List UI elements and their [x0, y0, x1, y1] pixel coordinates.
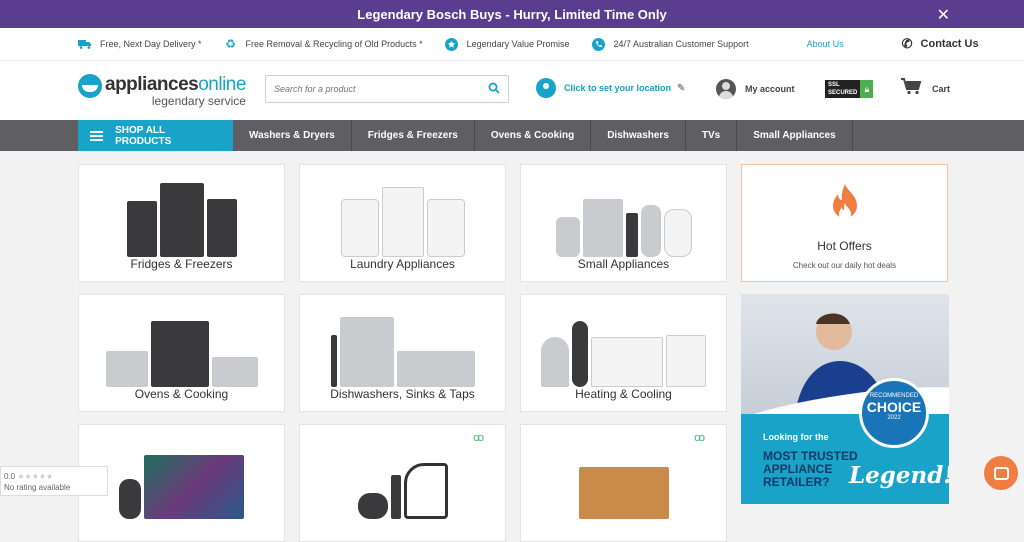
usp-value-text: Legendary Value Promise: [466, 39, 570, 49]
close-icon[interactable]: ✕: [937, 5, 950, 25]
dishwashers-image: [300, 307, 505, 387]
usp-value[interactable]: Legendary Value Promise: [445, 37, 570, 51]
menu-icon: [90, 129, 104, 143]
location-pin-icon: [536, 78, 556, 98]
nav-item-small-appliances[interactable]: Small Appliances: [737, 120, 853, 151]
banner-headline: MOST TRUSTED APPLIANCE RETAILER?: [763, 449, 858, 489]
logo-name: appliancesonline: [105, 73, 246, 95]
promo-bar: Legendary Bosch Buys - Hurry, Limited Ti…: [0, 0, 1024, 28]
logo-icon: [78, 73, 102, 98]
nav-item-fridges-freezers[interactable]: Fridges & Freezers: [352, 120, 475, 151]
account-icon: [716, 79, 736, 99]
usp-recycling-text: Free Removal & Recycling of Old Products…: [245, 39, 423, 49]
hot-offers-subtitle: Check out our daily hot deals: [792, 261, 897, 270]
cart-label: Cart: [932, 83, 951, 94]
recommended-choice-badge: RECOMMENDED CHOICE 2022: [859, 378, 929, 448]
category-tile-heating-cooling[interactable]: Heating & Cooling: [520, 294, 727, 412]
category-tile-small-appliances[interactable]: Small Appliances: [520, 164, 727, 282]
hot-offers-title: Hot Offers: [817, 239, 872, 253]
location-label: Click to set your location: [564, 83, 672, 93]
usp-support[interactable]: 24/7 Australian Customer Support: [592, 37, 749, 51]
my-account-label: My account: [745, 84, 795, 94]
category-tile-tvs-audio[interactable]: [78, 424, 285, 542]
search-icon[interactable]: [488, 82, 500, 97]
category-tile-health-fitness[interactable]: ꝏ: [299, 424, 506, 542]
recycle-icon: ♻: [225, 37, 236, 51]
tvs-audio-image: [79, 439, 284, 519]
nav-item-washers-dryers[interactable]: Washers & Dryers: [233, 120, 352, 151]
health-fitness-image: [300, 439, 505, 519]
location-selector[interactable]: Click to set your location ✎: [536, 78, 685, 98]
cart-icon: [900, 77, 922, 100]
category-tile-furniture[interactable]: ꝏ: [520, 424, 727, 542]
rating-text: No rating available: [4, 483, 71, 492]
category-label: Ovens & Cooking: [134, 387, 229, 401]
pencil-icon: ✎: [677, 82, 686, 94]
main-nav: SHOP ALL PRODUCTS Washers & Dryers Fridg…: [0, 120, 1024, 151]
site-logo[interactable]: appliancesonline legendary service: [78, 73, 266, 108]
category-label: Laundry Appliances: [350, 257, 455, 271]
usp-support-text: 24/7 Australian Customer Support: [613, 39, 749, 49]
logo-tagline: legendary service: [151, 93, 246, 108]
category-tile-fridges[interactable]: Fridges & Freezers: [78, 164, 285, 282]
laundry-image: [300, 177, 505, 257]
fridges-image: [79, 177, 284, 257]
phone-icon: [592, 37, 606, 51]
phone-icon: ✆: [901, 36, 913, 51]
promo-text[interactable]: Legendary Bosch Buys - Hurry, Limited Ti…: [357, 7, 666, 22]
cart-link[interactable]: Cart: [900, 77, 950, 100]
usp-recycling[interactable]: ♻ Free Removal & Recycling of Old Produc…: [224, 37, 423, 51]
contact-us-label: Contact Us: [920, 38, 979, 50]
search-box: [265, 75, 509, 103]
banner-legend-text: Legend!: [849, 462, 949, 489]
banner-question: Looking for the: [763, 432, 829, 442]
trusted-retailer-banner[interactable]: RECOMMENDED CHOICE 2022 Looking for the …: [741, 294, 949, 504]
heating-cooling-image: [521, 307, 726, 387]
category-label: Fridges & Freezers: [130, 257, 233, 271]
search-input[interactable]: [274, 84, 488, 94]
truck-icon: [78, 37, 92, 51]
contact-us-link[interactable]: ✆ Contact Us: [902, 36, 979, 52]
rating-widget[interactable]: 0.0 ★★★★★ No rating available: [0, 466, 108, 496]
chat-button[interactable]: [984, 456, 1018, 490]
usp-delivery[interactable]: Free, Next Day Delivery *: [78, 37, 202, 51]
flame-icon: [833, 184, 857, 220]
site-header: appliancesonline legendary service Click…: [0, 61, 1024, 120]
category-tile-dishwashers[interactable]: Dishwashers, Sinks & Taps: [299, 294, 506, 412]
usp-delivery-text: Free, Next Day Delivery *: [100, 39, 202, 49]
category-tile-ovens[interactable]: Ovens & Cooking: [78, 294, 285, 412]
category-label: Heating & Cooling: [575, 387, 672, 401]
chat-icon: [993, 466, 1009, 480]
rating-stars: ★★★★★: [17, 472, 54, 481]
nav-item-tvs[interactable]: TVs: [686, 120, 738, 151]
star-icon: [445, 37, 459, 51]
shop-all-products-button[interactable]: SHOP ALL PRODUCTS: [78, 120, 233, 151]
nav-item-ovens-cooking[interactable]: Ovens & Cooking: [475, 120, 592, 151]
hot-offers-tile[interactable]: Hot Offers Check out our daily hot deals: [741, 164, 948, 282]
small-appliances-image: [521, 177, 726, 257]
category-label: Small Appliances: [577, 257, 670, 271]
rating-score: 0.0: [4, 472, 16, 481]
lock-icon: 🔒︎: [860, 80, 874, 98]
ssl-badge: SSL SECURED 🔒︎: [825, 80, 874, 98]
ovens-image: [79, 307, 284, 387]
my-account-link[interactable]: My account: [716, 79, 795, 99]
furniture-image: [521, 439, 726, 519]
about-us-link[interactable]: About Us: [807, 39, 844, 49]
nav-item-dishwashers[interactable]: Dishwashers: [591, 120, 686, 151]
category-label: Dishwashers, Sinks & Taps: [330, 387, 475, 401]
usp-bar: Free, Next Day Delivery * ♻ Free Removal…: [0, 28, 1024, 61]
category-tile-laundry[interactable]: Laundry Appliances: [299, 164, 506, 282]
